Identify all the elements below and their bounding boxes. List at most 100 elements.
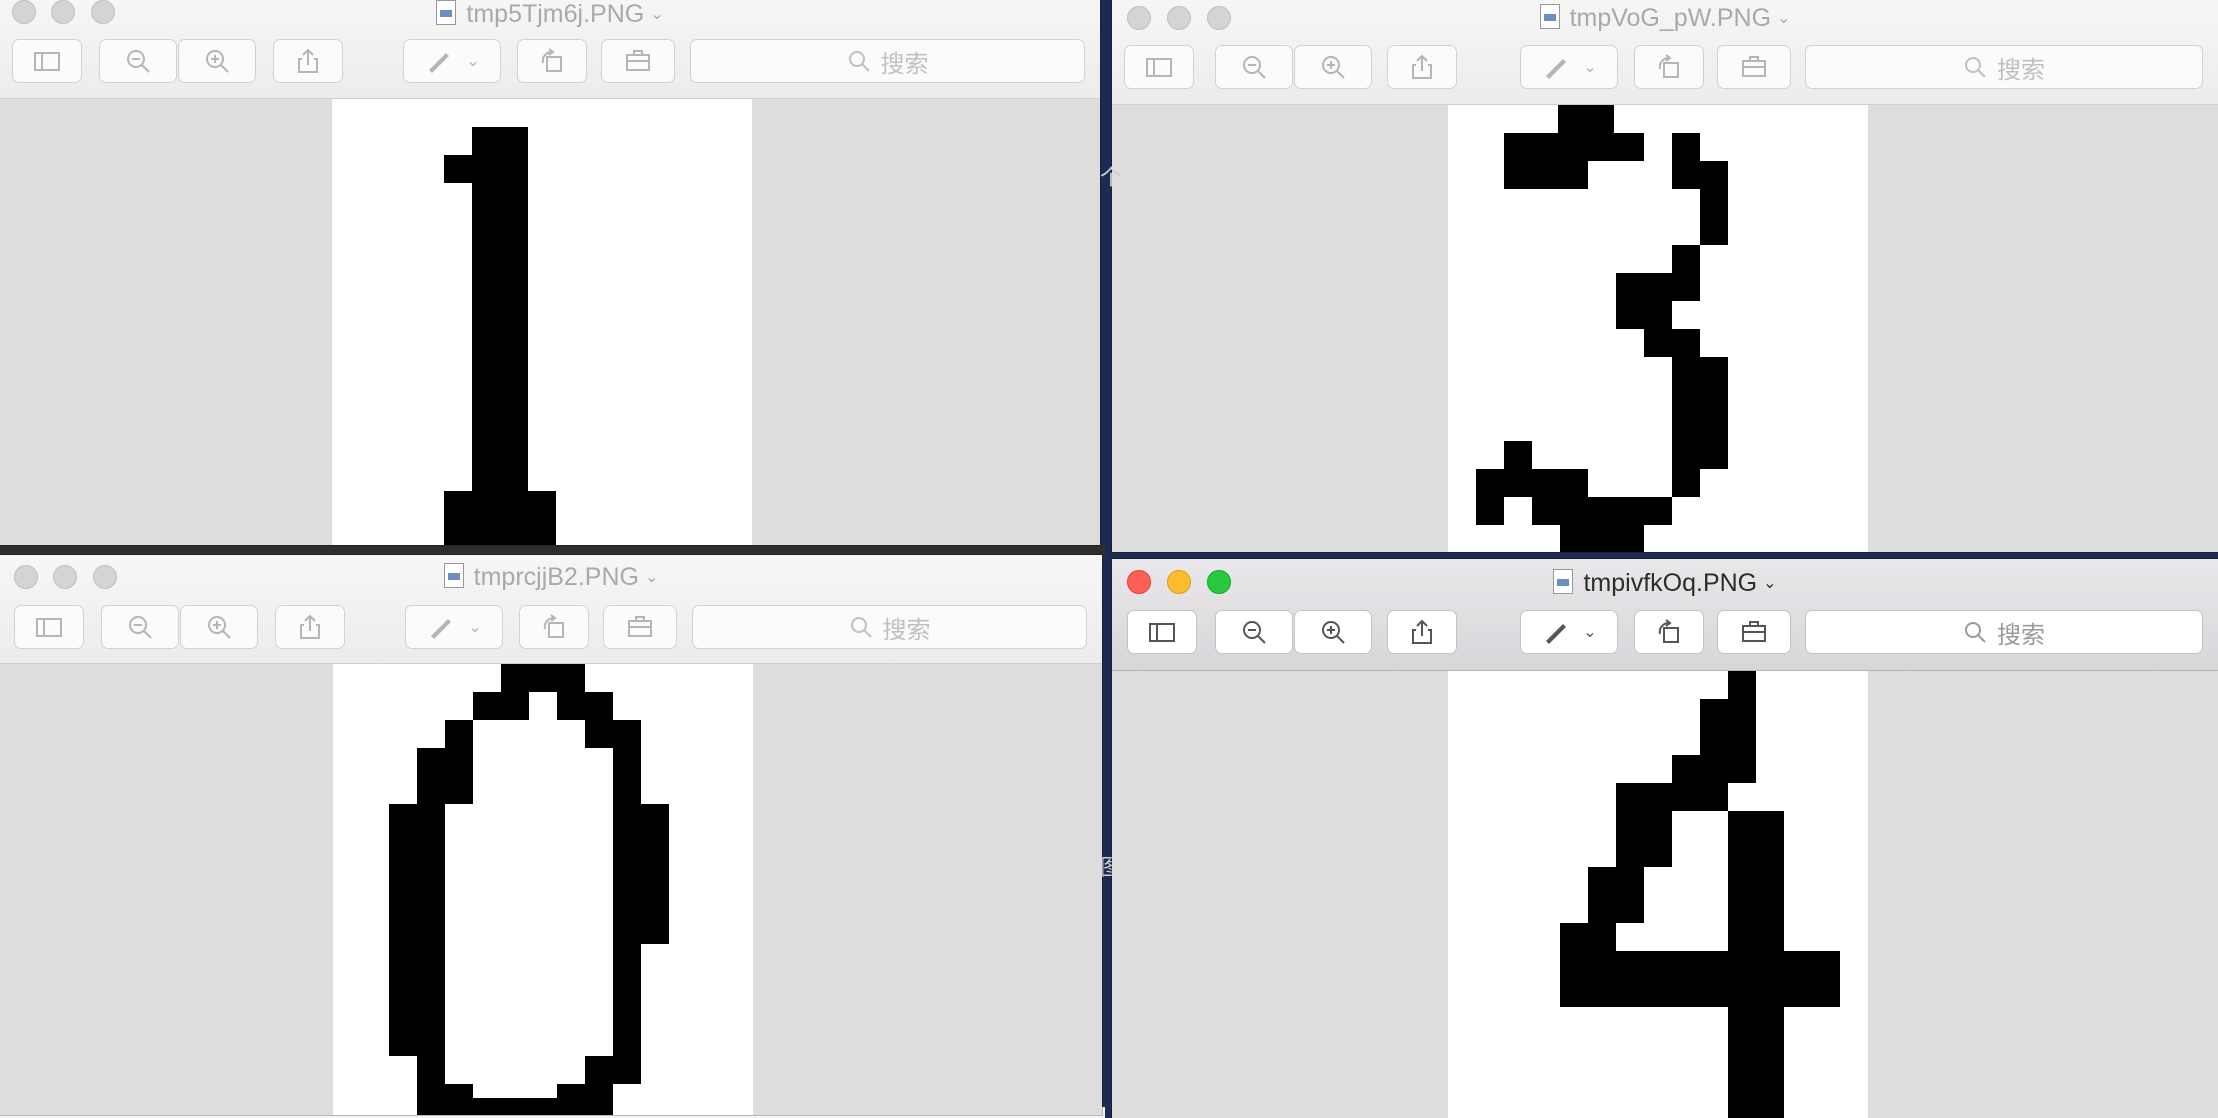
zoom-in-button[interactable] xyxy=(1294,45,1372,89)
search-icon xyxy=(848,51,870,72)
chevron-down-icon[interactable]: ⌄ xyxy=(650,4,663,24)
rotate-button[interactable] xyxy=(517,39,587,83)
search-icon xyxy=(1965,622,1986,643)
chevron-down-icon: ⌄ xyxy=(1583,59,1597,76)
markup-button[interactable]: ⌄ xyxy=(405,605,503,649)
window-title-text: tmpivfkOq.PNG xyxy=(1583,569,1758,597)
rotate-icon xyxy=(543,614,564,638)
search-field[interactable]: 搜索 xyxy=(1805,610,2203,654)
share-icon xyxy=(300,614,320,639)
window-title-text: tmpVoG_pW.PNG xyxy=(1569,4,1772,32)
window-title-text: tmprcjjB2.PNG xyxy=(473,563,639,591)
image-canvas xyxy=(0,99,1100,545)
zoom-out-button[interactable] xyxy=(101,605,179,649)
toolbox-button[interactable] xyxy=(603,605,677,649)
rotate-button[interactable] xyxy=(519,605,589,649)
share-button[interactable] xyxy=(275,605,345,649)
markup-button[interactable]: ⌄ xyxy=(403,39,501,83)
document-icon xyxy=(436,0,457,25)
markup-icon xyxy=(431,619,452,639)
digit-3-image xyxy=(1476,105,1728,552)
share-button[interactable] xyxy=(273,39,343,83)
sidebar-button[interactable] xyxy=(14,605,84,649)
chevron-down-icon[interactable]: ⌄ xyxy=(645,567,658,587)
sidebar-button[interactable] xyxy=(12,39,82,83)
share-icon xyxy=(298,48,318,73)
desktop-text-fragment: 个 xyxy=(1100,166,1123,191)
window-title: tmpivfkOq.PNG ⌄ xyxy=(1112,569,2218,598)
sidebar-button[interactable] xyxy=(1124,45,1194,89)
chevron-down-icon: ⌄ xyxy=(1583,624,1597,641)
window-title: tmprcjjB2.PNG ⌄ xyxy=(0,563,1102,592)
rotate-button[interactable] xyxy=(1634,610,1704,654)
zoom-out-button[interactable] xyxy=(99,39,177,83)
zoom-in-button[interactable] xyxy=(180,605,258,649)
rotate-icon xyxy=(1658,619,1679,643)
zoom-out-button[interactable] xyxy=(1215,610,1293,654)
zoom-out-button[interactable] xyxy=(1215,45,1293,89)
image-canvas xyxy=(0,664,1102,1115)
zoom-in-icon xyxy=(208,616,231,639)
chevron-down-icon: ⌄ xyxy=(468,619,482,636)
share-button[interactable] xyxy=(1387,45,1457,89)
preview-window-3: tmprcjjB2.PNG ⌄ ⌄ 搜索 xyxy=(0,555,1102,1115)
digit-1-image xyxy=(444,127,556,545)
sidebar-icon xyxy=(1149,623,1175,642)
search-icon xyxy=(1965,57,1986,78)
rotate-icon xyxy=(1658,54,1679,78)
zoom-in-icon xyxy=(1322,56,1345,79)
toolbox-icon xyxy=(1742,56,1766,77)
preview-window-1: tmp5Tjm6j.PNG ⌄ ⌄ 搜索 xyxy=(0,0,1100,545)
window-title-text: tmp5Tjm6j.PNG xyxy=(466,0,645,28)
markup-button[interactable]: ⌄ xyxy=(1520,45,1618,89)
document-icon xyxy=(1539,4,1560,29)
search-field[interactable]: 搜索 xyxy=(692,605,1087,649)
preview-window-4: tmpivfkOq.PNG ⌄ ⌄ 搜索 xyxy=(1112,559,2218,1118)
search-field[interactable]: 搜索 xyxy=(690,39,1085,83)
window-titlebar: tmpivfkOq.PNG ⌄ ⌄ 搜索 xyxy=(1112,559,2218,671)
share-button[interactable] xyxy=(1387,610,1457,654)
toolbox-button[interactable] xyxy=(1717,610,1791,654)
toolbox-button[interactable] xyxy=(601,39,675,83)
window-title: tmpVoG_pW.PNG ⌄ xyxy=(1112,4,2218,33)
document-icon xyxy=(443,563,464,588)
document-icon xyxy=(1553,569,1574,594)
markup-button[interactable]: ⌄ xyxy=(1520,610,1618,654)
zoom-in-icon xyxy=(206,50,229,73)
zoom-in-button[interactable] xyxy=(1294,610,1372,654)
sidebar-icon xyxy=(36,618,62,637)
image-sheet xyxy=(332,99,752,545)
share-icon xyxy=(1412,619,1432,644)
search-placeholder: 搜索 xyxy=(1997,620,2045,649)
chevron-down-icon: ⌄ xyxy=(466,53,480,70)
window-titlebar: tmpVoG_pW.PNG ⌄ ⌄ 搜索 xyxy=(1112,0,2218,105)
zoom-out-icon xyxy=(129,616,152,639)
rotate-button[interactable] xyxy=(1634,45,1704,89)
toolbox-button[interactable] xyxy=(1717,45,1791,89)
zoom-in-icon xyxy=(1322,621,1345,644)
chevron-down-icon[interactable]: ⌄ xyxy=(1763,573,1776,593)
zoom-out-icon xyxy=(1243,56,1266,79)
zoom-out-icon xyxy=(127,50,150,73)
digit-4-image xyxy=(1560,671,1840,1118)
digit-0-image xyxy=(389,664,669,1115)
share-icon xyxy=(1412,54,1432,79)
sidebar-icon xyxy=(1146,58,1172,77)
search-placeholder: 搜索 xyxy=(882,615,931,644)
sidebar-button[interactable] xyxy=(1127,610,1197,654)
image-sheet xyxy=(1448,105,1868,552)
search-field[interactable]: 搜索 xyxy=(1805,45,2203,89)
search-placeholder: 搜索 xyxy=(1997,55,2045,84)
image-canvas xyxy=(1112,671,2218,1118)
image-sheet xyxy=(333,664,753,1115)
window-title: tmp5Tjm6j.PNG ⌄ xyxy=(0,0,1100,29)
preview-window-2: tmpVoG_pW.PNG ⌄ ⌄ 搜索 xyxy=(1112,0,2218,552)
image-canvas xyxy=(1112,105,2218,552)
zoom-in-button[interactable] xyxy=(178,39,256,83)
window-titlebar: tmp5Tjm6j.PNG ⌄ ⌄ 搜索 xyxy=(0,0,1100,99)
search-icon xyxy=(850,617,872,638)
search-placeholder: 搜索 xyxy=(880,49,929,78)
image-sheet xyxy=(1448,671,1868,1118)
chevron-down-icon[interactable]: ⌄ xyxy=(1777,8,1790,28)
sidebar-icon xyxy=(34,52,60,71)
